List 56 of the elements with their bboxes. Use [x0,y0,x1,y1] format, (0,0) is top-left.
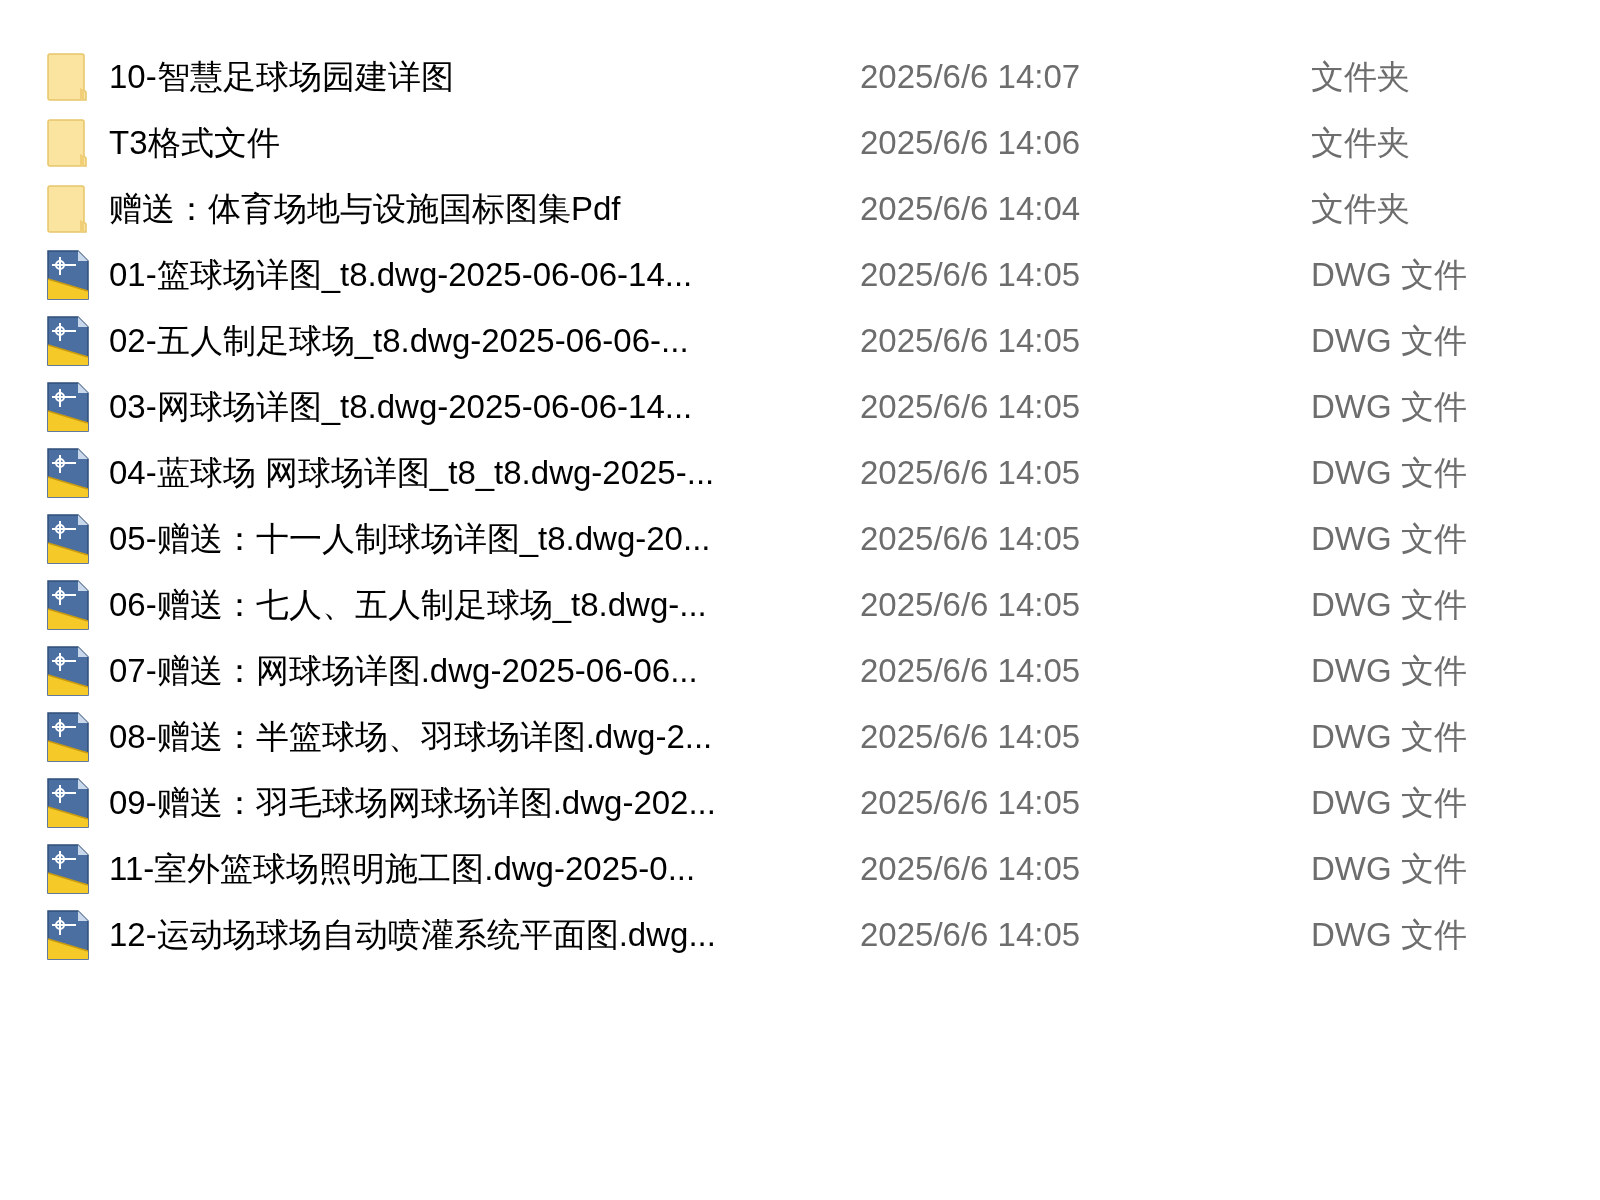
modified-date: 2025/6/6 14:05 [860,915,1081,956]
drawing-file-icon [46,711,90,763]
modified-date: 2025/6/6 14:05 [860,717,1081,758]
file-type: DWG 文件 [1311,651,1467,692]
file-type: DWG 文件 [1311,783,1467,824]
file-type: DWG 文件 [1311,519,1467,560]
file-type: DWG 文件 [1311,255,1467,296]
file-type: 文件夹 [1311,189,1410,230]
modified-date: 2025/6/6 14:05 [860,255,1081,296]
modified-date: 2025/6/6 14:05 [860,453,1081,494]
drawing-file-icon [46,777,90,829]
drawing-file-icon [46,381,90,433]
drawing-file-icon [46,843,90,895]
drawing-file-icon [46,645,90,697]
folder-icon [46,52,88,102]
file-name[interactable]: 02-五人制足球场_t8.dwg-2025-06-06-... [109,316,689,366]
folder-icon [46,118,88,168]
file-name[interactable]: 05-赠送：十一人制球场详图_t8.dwg-20... [109,514,711,564]
file-name[interactable]: 04-蓝球场 网球场详图_t8_t8.dwg-2025-... [109,448,715,498]
modified-date: 2025/6/6 14:05 [860,387,1081,428]
file-name[interactable]: 09-赠送：羽毛球场网球场详图.dwg-202... [109,778,716,828]
file-name[interactable]: 06-赠送：七人、五人制足球场_t8.dwg-... [109,580,707,630]
file-type: DWG 文件 [1311,387,1467,428]
file-name[interactable]: 03-网球场详图_t8.dwg-2025-06-06-14... [109,382,693,432]
file-name[interactable]: 07-赠送：网球场详图.dwg-2025-06-06... [109,646,698,696]
file-name[interactable]: 11-室外篮球场照明施工图.dwg-2025-0... [109,844,696,894]
modified-date: 2025/6/6 14:06 [860,123,1081,164]
file-name[interactable]: 赠送：体育场地与设施国标图集Pdf [109,184,621,234]
file-name[interactable]: T3格式文件 [109,118,280,168]
modified-date: 2025/6/6 14:05 [860,651,1081,692]
drawing-file-icon [46,579,90,631]
file-type: 文件夹 [1311,57,1410,98]
file-name[interactable]: 01-篮球场详图_t8.dwg-2025-06-06-14... [109,250,693,300]
drawing-file-icon [46,315,90,367]
modified-date: 2025/6/6 14:04 [860,189,1081,230]
modified-date: 2025/6/6 14:07 [860,57,1081,98]
modified-date: 2025/6/6 14:05 [860,321,1081,362]
file-name[interactable]: 08-赠送：半篮球场、羽球场详图.dwg-2... [109,712,713,762]
file-type: DWG 文件 [1311,321,1467,362]
drawing-file-icon [46,513,90,565]
drawing-file-icon [46,249,90,301]
file-type: DWG 文件 [1311,717,1467,758]
drawing-file-icon [46,909,90,961]
modified-date: 2025/6/6 14:05 [860,783,1081,824]
modified-date: 2025/6/6 14:05 [860,585,1081,626]
file-type: DWG 文件 [1311,915,1467,956]
file-type: DWG 文件 [1311,453,1467,494]
file-type: DWG 文件 [1311,849,1467,890]
modified-date: 2025/6/6 14:05 [860,519,1081,560]
file-name[interactable]: 10-智慧足球场园建详图 [109,52,454,102]
modified-date: 2025/6/6 14:05 [860,849,1081,890]
folder-icon [46,184,88,234]
file-type: 文件夹 [1311,123,1410,164]
file-type: DWG 文件 [1311,585,1467,626]
file-name[interactable]: 12-运动场球场自动喷灌系统平面图.dwg... [109,910,716,960]
drawing-file-icon [46,447,90,499]
